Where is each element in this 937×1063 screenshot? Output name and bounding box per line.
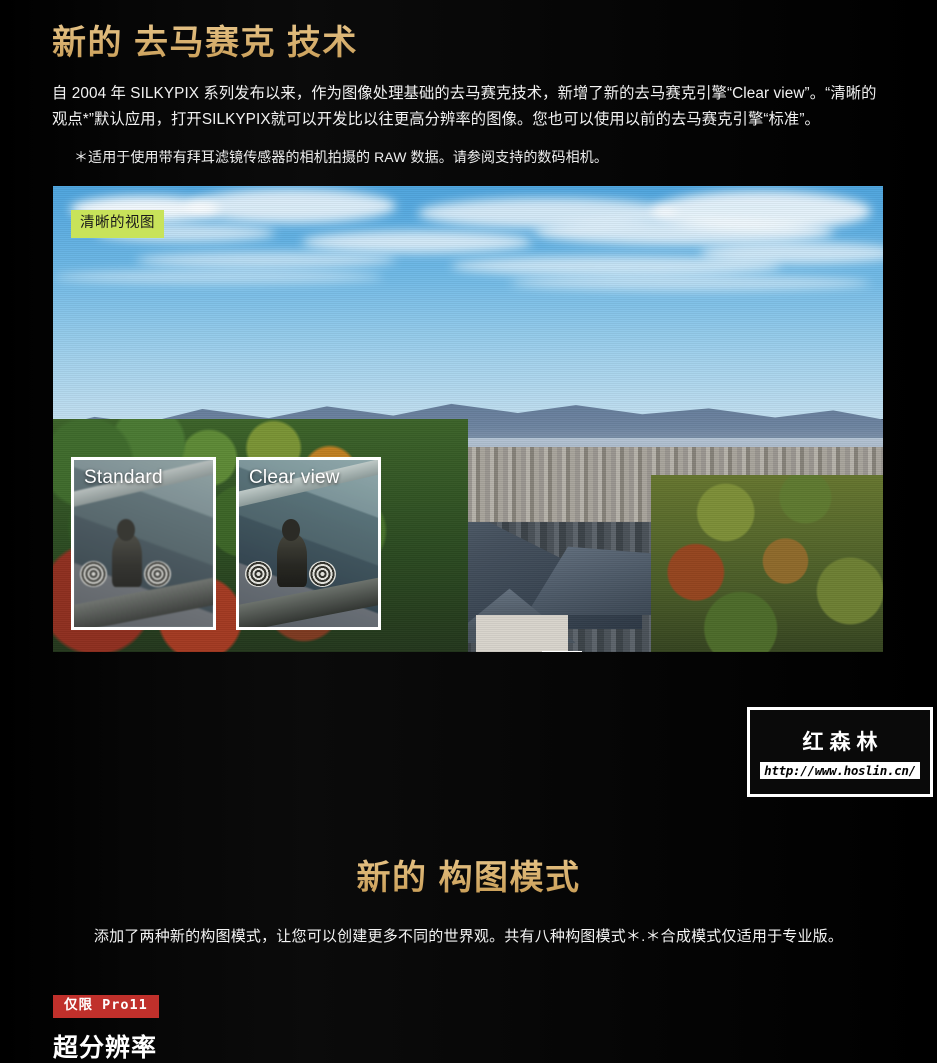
demosaic-body-text: 自 2004 年 SILKYPIX 系列发布以来，作为图像处理基础的去马赛克技术… — [52, 84, 877, 128]
demosaic-section: 新的 去马赛克 技术 自 2004 年 SILKYPIX 系列发布以来，作为图像… — [0, 0, 937, 653]
pro-only-badge: 仅限 Pro11 — [53, 995, 159, 1018]
composition-lead-text: 添加了两种新的构图模式，让您可以创建更多不同的世界观。共有八种构图模式＊.＊合成… — [93, 928, 844, 945]
crop-inset-standard-label: Standard — [84, 467, 163, 489]
crop-inset-clearview: Clear view — [236, 457, 381, 631]
photo-chip-label: 清晰的视图 — [71, 210, 164, 238]
watermark-site-name: 红森林 — [802, 730, 884, 754]
photo-foliage-right — [650, 475, 883, 653]
crop-inset-clearview-label: Clear view — [249, 467, 340, 489]
crop-selection-rect — [542, 651, 582, 653]
demosaic-footnote: ＊适用于使用带有拜耳滤镜传感器的相机拍摄的 RAW 数据。请参阅支持的数码相机。 — [74, 149, 608, 166]
crop-inset-standard: Standard — [71, 457, 216, 631]
watermark-site-url: http://www.hoslin.cn/ — [760, 761, 920, 779]
super-resolution-heading: 超分辨率 — [53, 1033, 158, 1062]
super-resolution-block: 仅限 Pro11 超分辨率 — [53, 995, 159, 1063]
page-root: 新的 去马赛克 技术 自 2004 年 SILKYPIX 系列发布以来，作为图像… — [0, 0, 937, 1063]
demosaic-title: 新的 去马赛克 技术 — [52, 0, 885, 65]
watermark-badge: 红森林 http://www.hoslin.cn/ — [747, 707, 933, 797]
composition-title: 新的 构图模式 — [0, 830, 937, 899]
composition-section: 新的 构图模式 添加了两种新的构图模式，让您可以创建更多不同的世界观。共有八种构… — [0, 830, 937, 1062]
photo-temple-wall — [476, 615, 568, 653]
photo-sky — [53, 186, 883, 420]
demosaic-sample-photo: 清晰的视图 Standard Clear view — [53, 186, 883, 653]
